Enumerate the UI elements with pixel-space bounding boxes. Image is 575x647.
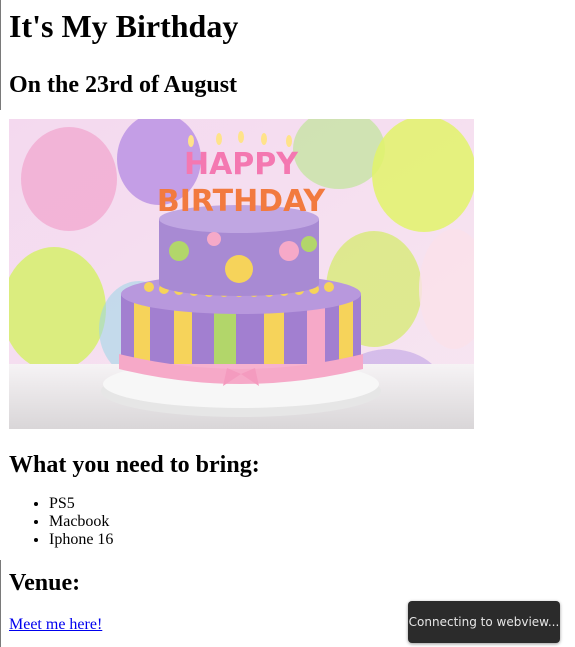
page-content: It's My Birthday On the 23rd of August H… xyxy=(9,0,569,634)
candle-text-birthday: BIRTHDAY xyxy=(157,184,327,219)
toast-text: Connecting to webview... xyxy=(408,615,560,629)
page-subtitle: On the 23rd of August xyxy=(9,72,238,98)
venue-link[interactable]: Meet me here! xyxy=(9,616,102,634)
bring-item: PS5 xyxy=(49,495,569,513)
page-title: It's My Birthday xyxy=(9,8,239,44)
candle-text-happy: HAPPY xyxy=(184,147,299,182)
birthday-cake-image: HAPPY BIRTHDAY xyxy=(9,119,474,429)
venue-heading: Venue: xyxy=(9,570,81,596)
left-border xyxy=(0,0,1,110)
left-border-lower xyxy=(0,560,1,647)
bring-item: Iphone 16 xyxy=(49,531,569,549)
bring-item: Macbook xyxy=(49,513,569,531)
connecting-toast: Connecting to webview... xyxy=(408,601,560,643)
bring-list: PS5 Macbook Iphone 16 xyxy=(9,495,569,549)
bring-heading: What you need to bring: xyxy=(9,452,260,478)
